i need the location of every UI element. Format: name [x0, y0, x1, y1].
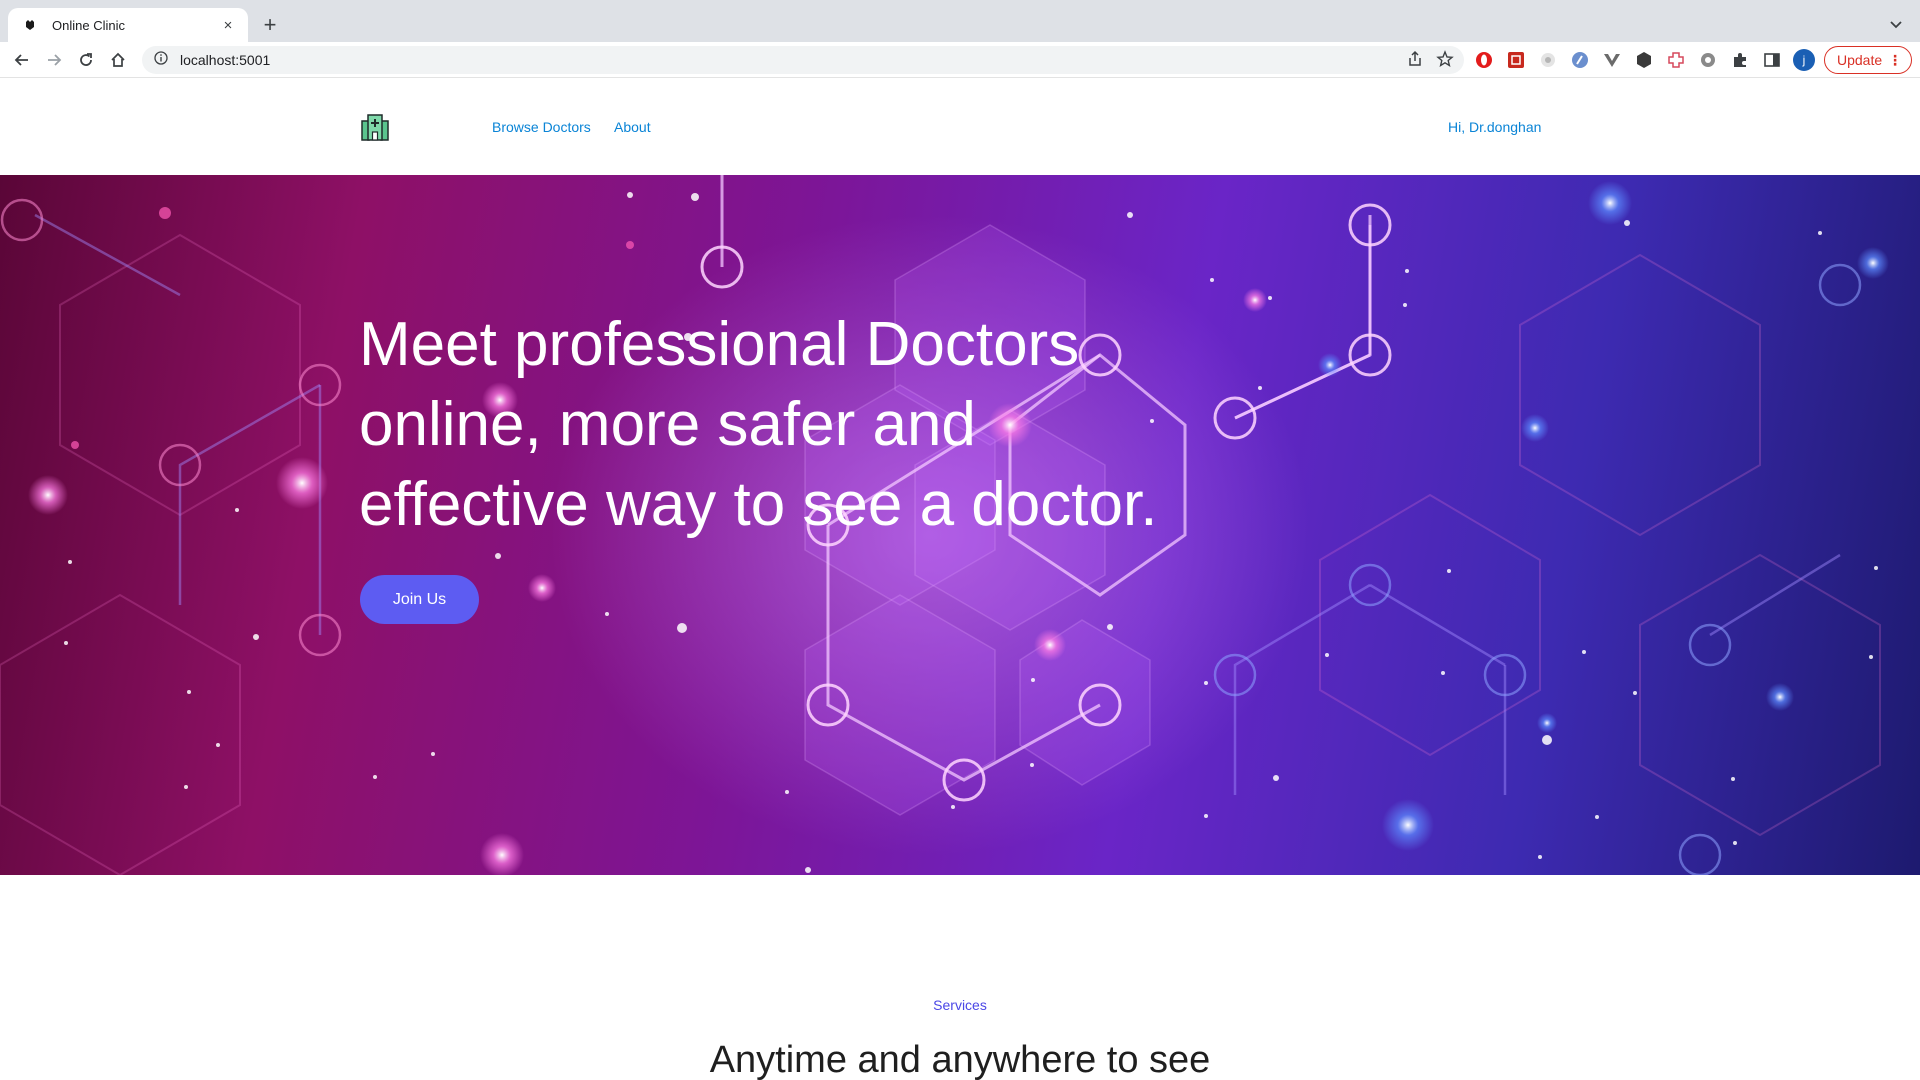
grey-extension-icon[interactable] [1536, 48, 1560, 72]
forward-arrow-icon[interactable] [42, 48, 66, 72]
medical-extension-icon[interactable] [1664, 48, 1688, 72]
clinic-logo-icon[interactable] [359, 111, 391, 143]
browser-tab-active[interactable]: Online Clinic × [8, 8, 248, 42]
reload-icon[interactable] [74, 48, 98, 72]
url-text[interactable]: localhost:5001 [180, 52, 270, 68]
update-label: Update [1837, 52, 1883, 68]
tab-close-icon[interactable]: × [218, 15, 238, 35]
settings-extension-icon[interactable] [1696, 48, 1720, 72]
cube-extension-icon[interactable] [1632, 48, 1656, 72]
browser-tabstrip: Online Clinic × + [0, 0, 1920, 42]
profile-avatar[interactable]: j [1792, 48, 1816, 72]
tab-title: Online Clinic [52, 17, 125, 33]
bookmark-star-icon[interactable] [1436, 50, 1454, 73]
home-icon[interactable] [106, 48, 130, 72]
share-icon[interactable] [1406, 50, 1424, 73]
hero-headline: Meet professional Doctors online, more s… [359, 310, 1158, 539]
address-bar[interactable]: localhost:5001 [142, 46, 1464, 74]
services-eyebrow: Services [933, 997, 987, 1013]
site-favicon-icon [22, 17, 38, 33]
browser-update-button[interactable]: Update ⋮ [1824, 46, 1912, 74]
hero-banner: Meet professional Doctors online, more s… [0, 175, 1920, 875]
extensions-puzzle-icon[interactable] [1728, 48, 1752, 72]
services-heading: Anytime and anywhere to see [709, 1039, 1211, 1080]
red-extension-icon[interactable] [1504, 48, 1528, 72]
kebab-menu-icon: ⋮ [1888, 52, 1902, 68]
blue-extension-icon[interactable] [1568, 48, 1592, 72]
tab-search-chevron-icon[interactable] [1886, 14, 1906, 34]
browse-doctors-link[interactable]: Browse Doctors [492, 119, 591, 135]
side-panel-icon[interactable] [1760, 48, 1784, 72]
join-us-button[interactable]: Join Us [360, 575, 479, 624]
browser-toolbar: localhost:5001 j Update ⋮ [0, 42, 1920, 78]
opera-extension-icon[interactable] [1472, 48, 1496, 72]
back-arrow-icon[interactable] [10, 48, 34, 72]
extension-bar: j [1472, 48, 1816, 72]
user-greeting-link[interactable]: Hi, Dr.donghan [1448, 119, 1541, 135]
about-link[interactable]: About [614, 119, 651, 135]
site-info-icon[interactable] [154, 50, 168, 70]
site-navbar: Browse Doctors About Hi, Dr.donghan [0, 79, 1920, 175]
page-viewport: Browse Doctors About Hi, Dr.donghan Meet… [0, 79, 1920, 1080]
vue-extension-icon[interactable] [1600, 48, 1624, 72]
new-tab-button[interactable]: + [258, 12, 282, 37]
